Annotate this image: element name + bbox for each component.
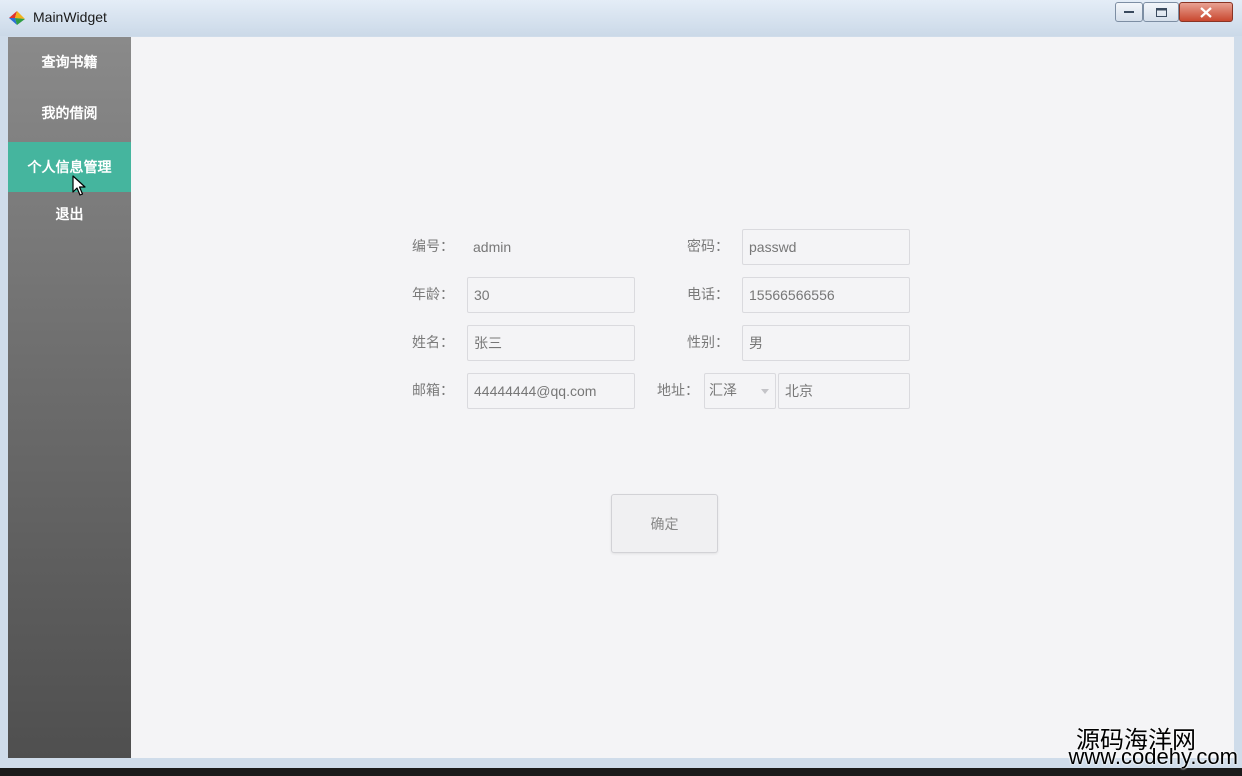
phone-field[interactable] (742, 277, 910, 313)
sidebar-item-search-books[interactable]: 查询书籍 (8, 37, 131, 87)
address-detail-field[interactable] (778, 373, 910, 409)
address-label: 地址： (657, 383, 699, 399)
window-title: MainWidget (33, 9, 107, 25)
bottom-strip (0, 768, 1242, 776)
minimize-button[interactable] (1115, 2, 1143, 22)
sidebar-item-personal-info[interactable]: 个人信息管理 (8, 142, 131, 192)
password-label: 密码： (687, 239, 729, 255)
close-icon (1200, 6, 1212, 18)
phone-label: 电话： (687, 287, 729, 303)
maximize-button[interactable] (1143, 2, 1179, 22)
confirm-button[interactable]: 确定 (611, 494, 718, 553)
gender-field[interactable] (742, 325, 910, 361)
watermark-url: www.codehy.com (1068, 744, 1238, 769)
email-field[interactable] (467, 373, 635, 409)
mouse-cursor-icon (72, 175, 86, 196)
age-label: 年龄： (412, 287, 454, 303)
name-field[interactable] (467, 325, 635, 361)
sidebar: 查询书籍 我的借阅 个人信息管理 退出 (8, 37, 131, 758)
chevron-down-icon (761, 389, 769, 394)
client-area: 查询书籍 我的借阅 个人信息管理 退出 编号： admin 密码： 年龄： 电话… (8, 37, 1234, 758)
password-field[interactable] (742, 229, 910, 265)
title-bar[interactable]: MainWidget (0, 0, 1242, 36)
id-label: 编号： (412, 239, 454, 255)
sidebar-item-my-borrowings[interactable]: 我的借阅 (8, 88, 131, 138)
address-city-value: 汇泽 (709, 383, 737, 399)
age-field[interactable] (467, 277, 635, 313)
minimize-icon (1124, 11, 1134, 13)
sidebar-item-logout[interactable]: 退出 (8, 189, 131, 239)
app-logo-icon (9, 11, 25, 25)
id-value: admin (473, 239, 512, 255)
email-label: 邮箱： (412, 383, 454, 399)
personal-info-panel: 编号： admin 密码： 年龄： 电话： 姓名： 性别： 邮箱： 地址： 汇泽 (131, 37, 1234, 758)
address-city-select[interactable]: 汇泽 (704, 373, 776, 409)
gender-label: 性别： (687, 335, 729, 351)
maximize-icon (1155, 7, 1167, 17)
main-window: MainWidget 查询书籍 我的借阅 个人信息管理 退出 编号： admin… (0, 0, 1242, 768)
close-button[interactable] (1179, 2, 1233, 22)
name-label: 姓名： (412, 335, 454, 351)
